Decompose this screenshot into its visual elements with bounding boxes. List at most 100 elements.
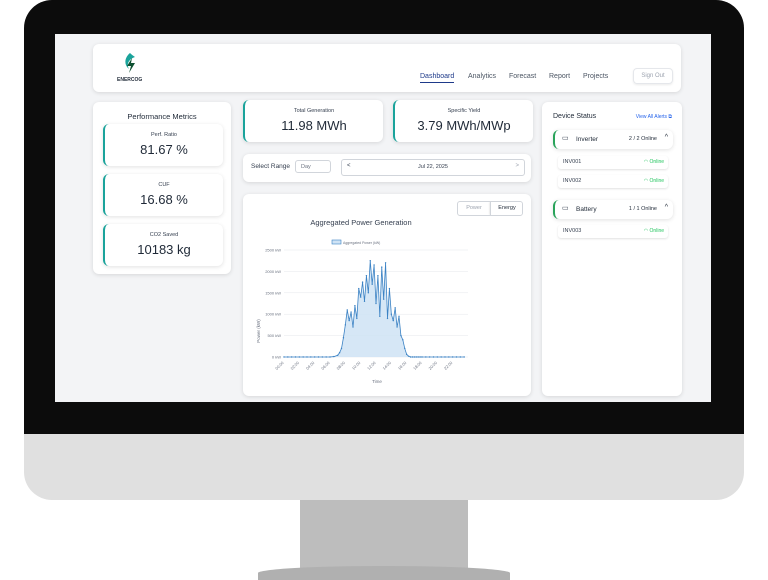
view-all-alerts-link[interactable]: View All Alerts ⧉ — [636, 114, 672, 120]
data-point — [436, 356, 439, 358]
data-point — [371, 283, 373, 285]
metric-label: CO2 Saved — [149, 232, 179, 238]
device-status-text: Online — [649, 228, 664, 234]
device-id: INV001 — [563, 159, 582, 165]
data-point — [359, 296, 362, 298]
x-tick-label: 04:00 — [305, 360, 316, 371]
nav-analytics[interactable]: Analytics — [468, 73, 496, 80]
specific-yield-card: Specific Yield 3.79 MWh/MWp — [393, 100, 533, 142]
x-tick-label: 12:00 — [366, 360, 377, 371]
monitor-stand — [300, 500, 468, 570]
nav-forecast[interactable]: Forecast — [509, 73, 536, 80]
power-area — [284, 260, 465, 357]
data-point — [333, 355, 335, 358]
x-axis-label: Time — [372, 379, 382, 384]
y-tick-label: 0 kW — [272, 355, 281, 360]
data-point — [411, 356, 414, 358]
data-point — [381, 266, 383, 268]
inverter-count: 2 / 2 Online — [628, 136, 657, 142]
sign-out-button[interactable]: Sign Out — [633, 68, 673, 84]
x-tick-label: 10:00 — [351, 360, 362, 371]
data-point — [298, 356, 301, 358]
device-row-inv002[interactable]: INV002 ◠ Online — [558, 175, 668, 188]
data-point — [400, 334, 402, 337]
data-point — [287, 356, 289, 358]
data-point — [348, 319, 350, 322]
data-point — [392, 319, 394, 322]
y-tick-label: 2000 kW — [265, 269, 281, 274]
battery-header[interactable]: ▭ Battery 1 / 1 Online ^ — [553, 200, 673, 219]
brand-name: ENERCOG — [117, 77, 143, 83]
data-point — [377, 274, 379, 277]
power-chart: Aggregated Power Generation Aggregated P… — [256, 218, 468, 384]
metric-perf-ratio: Perf. Ratio 81.67 % — [103, 124, 223, 166]
top-header: ENERCOG Dashboard Analytics Forecast Rep… — [93, 44, 681, 92]
data-point — [336, 354, 339, 356]
next-date-button[interactable]: > — [515, 163, 519, 169]
data-point — [367, 292, 370, 294]
nav-dashboard[interactable]: Dashboard — [420, 73, 455, 83]
device-icon: ▭ — [562, 135, 569, 142]
device-status-title: Device Status — [553, 113, 597, 120]
total-generation-card: Total Generation 11.98 MWh — [243, 100, 383, 142]
app-screen: ENERCOG Dashboard Analytics Forecast Rep… — [55, 34, 711, 402]
data-point — [375, 302, 377, 305]
data-point — [463, 356, 465, 358]
device-status: ◠ Online — [644, 178, 664, 184]
external-link-icon: ⧉ — [668, 114, 672, 120]
data-point — [369, 260, 371, 262]
data-point — [329, 356, 331, 358]
data-point — [317, 356, 320, 358]
data-point — [321, 356, 324, 358]
metric-label: CUF — [158, 182, 170, 188]
data-point — [428, 356, 431, 358]
legend-label: Aggregated Power (kW) — [343, 241, 380, 245]
x-tick-label: 22:00 — [443, 360, 454, 371]
monitor-chin — [24, 434, 744, 500]
device-status-text: Online — [649, 159, 664, 165]
wifi-icon: ◠ — [643, 159, 649, 165]
data-point — [409, 356, 412, 358]
data-point — [342, 337, 345, 339]
performance-metrics-card: Performance Metrics Perf. Ratio 81.67 % … — [93, 102, 231, 274]
data-point — [361, 281, 364, 283]
device-status-card: Device Status View All Alerts ⧉ ▭ Invert… — [542, 102, 682, 396]
device-status: ◠ Online — [644, 228, 664, 234]
range-mode-select[interactable]: Day — [295, 160, 331, 173]
battery-icon: ▭ — [562, 205, 569, 212]
y-tick-label: 1500 kW — [265, 290, 281, 295]
metric-value: 81.67 % — [140, 142, 188, 157]
y-tick-label: 500 kW — [267, 333, 281, 338]
data-point — [451, 356, 454, 358]
select-range-label: Select Range — [251, 163, 291, 170]
x-tick-label: 08:00 — [335, 360, 346, 371]
data-point — [415, 356, 417, 358]
device-row-inv003[interactable]: INV003 ◠ Online — [558, 225, 668, 238]
data-point — [373, 264, 375, 266]
data-point — [419, 356, 421, 358]
device-id: INV002 — [563, 178, 582, 184]
nav-projects[interactable]: Projects — [583, 73, 608, 80]
inverter-header[interactable]: ▭ Inverter 2 / 2 Online ^ — [553, 130, 673, 149]
data-point — [402, 339, 404, 341]
device-id: INV003 — [563, 228, 582, 234]
wifi-icon: ◠ — [643, 228, 649, 234]
device-row-inv001[interactable]: INV001 ◠ Online — [558, 156, 668, 169]
total-generation-label: Total Generation — [293, 108, 335, 114]
view-all-alerts-text: View All Alerts — [635, 114, 668, 120]
nav-report[interactable]: Report — [549, 73, 570, 80]
chevron-up-icon[interactable]: ^ — [665, 204, 668, 211]
data-point — [455, 356, 458, 358]
x-tick-label: 18:00 — [412, 360, 423, 371]
data-point — [283, 356, 285, 358]
metric-label: Perf. Ratio — [151, 132, 177, 138]
battery-count: 1 / 1 Online — [628, 206, 657, 212]
date-navigator: < Jul 22, 2025 > — [341, 159, 525, 176]
chart-title: Aggregated Power Generation — [310, 218, 411, 227]
y-tick-label: 1000 kW — [265, 312, 281, 317]
inverter-name: Inverter — [576, 136, 599, 143]
chevron-up-icon[interactable]: ^ — [665, 134, 668, 141]
data-point — [338, 352, 341, 354]
data-point — [365, 274, 368, 277]
data-point — [363, 300, 366, 303]
